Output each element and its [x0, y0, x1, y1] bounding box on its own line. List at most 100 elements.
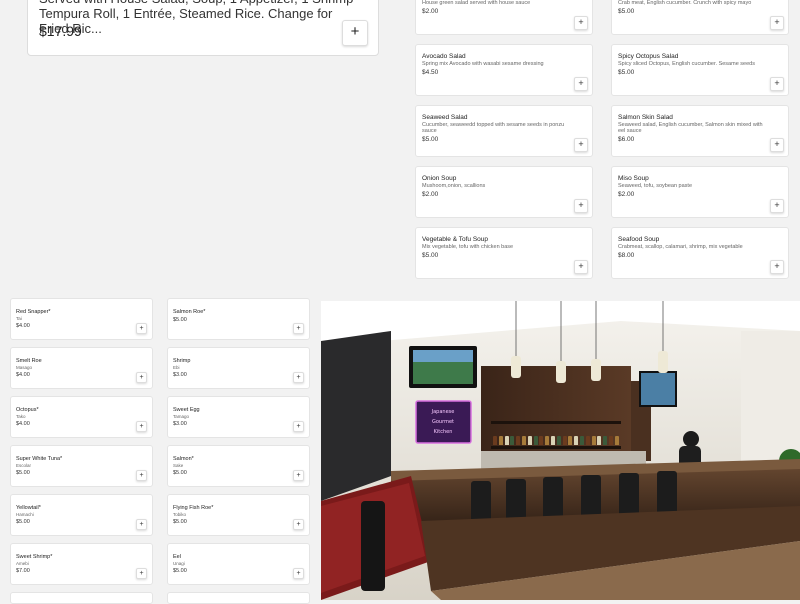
menu-item-card[interactable]: [10, 592, 153, 604]
add-to-cart-button[interactable]: +: [770, 16, 784, 30]
plus-icon: +: [296, 423, 301, 430]
menu-item-card[interactable]: Onion Soup Mushoom,onion, scallions $2.00 +: [415, 166, 593, 218]
menu-item-card[interactable]: Super White Tuna* Escolar $5.00 +: [10, 445, 153, 487]
item-price: $5.00: [618, 8, 635, 15]
item-price: $5.00: [422, 136, 439, 143]
menu-item-card[interactable]: Sweet Shrimp* Amebi $7.00 +: [10, 543, 153, 585]
plus-icon: +: [139, 521, 144, 528]
item-name: Vegetable & Tofu Soup: [422, 236, 489, 243]
menu-item-card[interactable]: Seafood Soup Crabmeat, scallop, calamari,…: [611, 227, 789, 279]
menu-item-card[interactable]: Crab SaladCrab meat, English cucumber. C…: [611, 0, 789, 35]
bottle-shape: [585, 436, 590, 445]
bottle-shape: [539, 436, 544, 445]
menu-item-card[interactable]: Yellowtail* Hamachi $5.00 +: [10, 494, 153, 536]
item-description: Spicy sliced Octopus, English cucumber. …: [618, 61, 755, 67]
add-to-cart-button[interactable]: +: [136, 470, 147, 481]
plus-icon: +: [296, 472, 301, 479]
item-price: $5.00: [16, 519, 30, 525]
item-name: Salmon*: [173, 456, 194, 462]
menu-item-card[interactable]: Miso Soup Seaweed, tofu, soybean paste $2.…: [611, 166, 789, 218]
add-combo-button[interactable]: +: [342, 20, 368, 46]
add-to-cart-button[interactable]: +: [574, 77, 588, 91]
item-price: $8.00: [618, 252, 635, 259]
item-name: Flying Fish Roe*: [173, 505, 214, 511]
bottle-shape: [551, 436, 555, 445]
add-to-cart-button[interactable]: +: [770, 138, 784, 152]
add-to-cart-button[interactable]: +: [136, 568, 147, 579]
add-to-cart-button[interactable]: +: [574, 199, 588, 213]
menu-item-card[interactable]: Red Snapper* Tai $4.00 +: [10, 298, 153, 340]
combo-price: $17.99: [39, 23, 82, 39]
item-price: $5.00: [173, 470, 187, 476]
menu-item-card[interactable]: Smelt Roe Masago $4.00 +: [10, 347, 153, 389]
menu-item-card[interactable]: Seaweed Salad Cucumber, seaweedd topped w…: [415, 105, 593, 157]
bottle-shape: [562, 436, 567, 445]
add-to-cart-button[interactable]: +: [770, 199, 784, 213]
item-name: Onion Soup: [422, 175, 457, 182]
item-price: $5.00: [16, 470, 30, 476]
plus-icon: +: [139, 423, 144, 430]
menu-item-card[interactable]: Green SaladHouse green salad served with…: [415, 0, 593, 35]
plus-icon: +: [578, 17, 584, 27]
item-description: Escolar: [16, 463, 32, 468]
add-to-cart-button[interactable]: +: [574, 138, 588, 152]
menu-item-card[interactable]: Flying Fish Roe* Tobiko $5.00 +: [167, 494, 310, 536]
add-to-cart-button[interactable]: +: [293, 470, 304, 481]
add-to-cart-button[interactable]: +: [293, 323, 304, 334]
add-to-cart-button[interactable]: +: [574, 16, 588, 30]
plus-icon: +: [350, 23, 360, 40]
item-description: Tako: [16, 414, 26, 419]
svg-text:Gourmet: Gourmet: [432, 419, 454, 425]
menu-item-card[interactable]: Salmon* Sake $5.00 +: [167, 445, 310, 487]
menu-item-card[interactable]: Salmon Roe* $5.00 +: [167, 298, 310, 340]
plus-icon: +: [578, 78, 584, 88]
menu-item-card[interactable]: Spicy Octopus Salad Spicy sliced Octopus,…: [611, 44, 789, 96]
item-name: Salmon Skin Salad: [618, 114, 673, 121]
add-to-cart-button[interactable]: +: [136, 519, 147, 530]
bottle-shape: [568, 436, 573, 445]
bottle-shape: [516, 436, 521, 445]
plus-icon: +: [774, 261, 780, 271]
menu-item-card[interactable]: Eel Unagi $5.00 +: [167, 543, 310, 585]
item-price: $5.00: [422, 252, 439, 259]
add-to-cart-button[interactable]: +: [770, 77, 784, 91]
menu-item-card[interactable]: Salmon Skin Salad Seaweed salad, English …: [611, 105, 789, 157]
menu-item-card[interactable]: Vegetable & Tofu Soup Mix vegetable, tofu…: [415, 227, 593, 279]
bottle-shape: [556, 436, 561, 445]
item-price: $5.00: [173, 317, 187, 323]
item-name: Eel: [173, 554, 181, 560]
add-to-cart-button[interactable]: +: [293, 421, 304, 432]
item-description: Sake: [173, 463, 184, 468]
add-to-cart-button[interactable]: +: [574, 260, 588, 274]
item-name: Octopus*: [16, 407, 39, 413]
item-price: $2.00: [422, 8, 439, 15]
add-to-cart-button[interactable]: +: [136, 323, 147, 334]
add-to-cart-button[interactable]: +: [293, 372, 304, 383]
bottle-shape: [609, 436, 613, 445]
plus-icon: +: [578, 261, 584, 271]
item-description: Tamago: [173, 414, 190, 419]
menu-item-card[interactable]: Octopus* Tako $4.00 +: [10, 396, 153, 438]
add-to-cart-button[interactable]: +: [136, 372, 147, 383]
add-to-cart-button[interactable]: +: [293, 519, 304, 530]
bottle-shape: [522, 436, 526, 445]
menu-item-card[interactable]: [167, 592, 310, 604]
plus-icon: +: [296, 325, 301, 332]
add-to-cart-button[interactable]: +: [136, 421, 147, 432]
add-to-cart-button[interactable]: +: [770, 260, 784, 274]
plus-icon: +: [139, 325, 144, 332]
plus-icon: +: [296, 374, 301, 381]
item-description: Masago: [16, 365, 33, 370]
item-price: $4.00: [16, 323, 30, 329]
item-description: Amebi: [16, 561, 29, 566]
combo-card[interactable]: Served with House Salad, Soup, 1 Appetiz…: [27, 0, 379, 56]
menu-item-card[interactable]: Shrimp Ebi $3.00 +: [167, 347, 310, 389]
menu-item-card[interactable]: Avocado Salad Spring mix Avocado with was…: [415, 44, 593, 96]
plus-icon: +: [774, 200, 780, 210]
svg-text:Kitchen: Kitchen: [434, 429, 453, 435]
bottle-shape: [545, 436, 550, 445]
menu-item-card[interactable]: Sweet Egg Tamago $3.00 +: [167, 396, 310, 438]
item-price: $2.00: [618, 191, 635, 198]
add-to-cart-button[interactable]: +: [293, 568, 304, 579]
item-name: Miso Soup: [618, 175, 649, 182]
